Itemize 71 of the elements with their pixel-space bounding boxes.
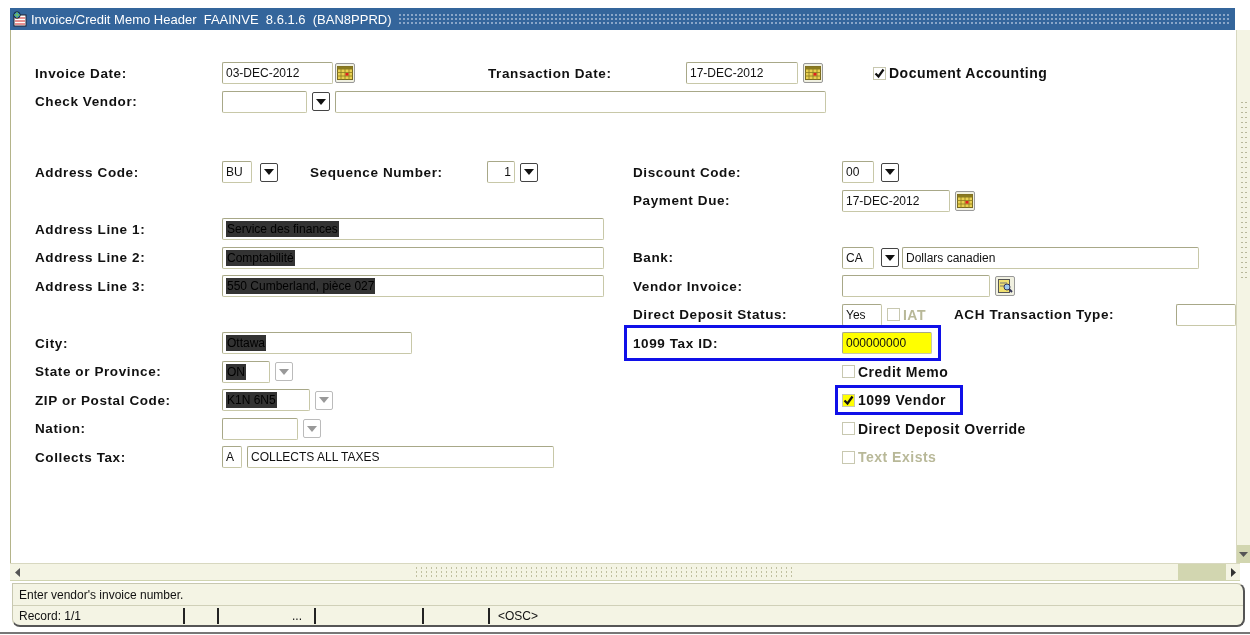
mode-indicator: <OSC> bbox=[498, 609, 539, 623]
check-icon bbox=[874, 67, 885, 79]
text-field[interactable] bbox=[842, 275, 990, 298]
left-arrow-icon[interactable] bbox=[14, 567, 20, 577]
text-field[interactable]: BU bbox=[222, 161, 252, 184]
caret-icon bbox=[316, 98, 326, 105]
text-field[interactable] bbox=[222, 417, 298, 440]
caret-icon bbox=[279, 368, 289, 375]
field-label: Check Vendor: bbox=[35, 94, 139, 110]
text-field[interactable]: 03-DEC-2012 bbox=[222, 62, 333, 85]
right-arrow-icon[interactable] bbox=[1230, 567, 1236, 577]
field-label: 1099 Tax ID: bbox=[633, 335, 719, 351]
caret-icon bbox=[264, 169, 274, 176]
caret-icon bbox=[524, 169, 534, 176]
field-label: Direct Deposit Status: bbox=[633, 307, 789, 323]
field-label: Vendor Invoice: bbox=[633, 278, 744, 294]
vertical-scrollbar[interactable] bbox=[1236, 30, 1250, 563]
checkbox[interactable]: Direct Deposit Override bbox=[842, 420, 1026, 437]
text-field[interactable]: Yes bbox=[842, 303, 882, 326]
dropdown-button[interactable] bbox=[881, 162, 899, 182]
horizontal-scrollbar[interactable] bbox=[10, 563, 1240, 581]
field-label: ACH Transaction Type: bbox=[954, 307, 1116, 323]
caret-icon bbox=[885, 169, 895, 176]
field-label: State or Province: bbox=[35, 364, 163, 380]
calendar-icon[interactable] bbox=[335, 63, 355, 84]
text-field[interactable]: COLLECTS ALL TAXES bbox=[247, 446, 554, 469]
field-label: Payment Due: bbox=[633, 193, 732, 209]
caret-icon bbox=[307, 425, 317, 432]
field-label: Nation: bbox=[35, 421, 87, 437]
status-indicator: ... bbox=[292, 609, 302, 623]
text-field[interactable]: CA bbox=[842, 246, 874, 269]
dropdown-button[interactable] bbox=[260, 162, 278, 182]
text-field[interactable]: 1 bbox=[487, 161, 515, 184]
field-label: Address Line 3: bbox=[35, 278, 147, 294]
text-field[interactable]: 17-DEC-2012 bbox=[842, 189, 950, 212]
checkbox[interactable]: 1099 Vendor bbox=[835, 385, 963, 416]
window-title: Invoice/Credit Memo Header FAAINVE 8.6.1.6 (BAN8PPRD) bbox=[30, 11, 393, 27]
field-label: Address Line 2: bbox=[35, 250, 147, 266]
caret-icon bbox=[885, 254, 895, 261]
field-label: Address Code: bbox=[35, 164, 140, 180]
field-label: Invoice Date: bbox=[35, 65, 128, 81]
scrollbar-thumb[interactable] bbox=[1178, 564, 1226, 580]
text-field[interactable]: 00 bbox=[842, 161, 874, 184]
check-icon bbox=[843, 394, 854, 406]
text-field[interactable] bbox=[222, 90, 307, 113]
text-field[interactable] bbox=[1176, 303, 1236, 326]
record-count: Record: 1/1 bbox=[19, 609, 82, 623]
text-field[interactable]: 17-DEC-2012 bbox=[686, 62, 798, 85]
checkbox[interactable]: Document Accounting bbox=[873, 65, 1048, 82]
calendar-icon[interactable] bbox=[803, 63, 823, 84]
text-field[interactable]: 000000000 bbox=[842, 332, 932, 354]
app-icon bbox=[12, 11, 28, 27]
status-message: Enter vendor's invoice number. bbox=[19, 587, 184, 602]
field-label: Sequence Number: bbox=[310, 164, 444, 180]
text-field[interactable] bbox=[335, 90, 826, 113]
field-label: Collects Tax: bbox=[35, 449, 127, 465]
text-field[interactable]: Dollars canadien bbox=[902, 246, 1199, 269]
field-label: Bank: bbox=[633, 250, 675, 266]
checkbox[interactable]: Credit Memo bbox=[842, 363, 949, 380]
field-label: Address Line 1: bbox=[35, 221, 147, 237]
dropdown-button[interactable] bbox=[881, 248, 899, 268]
text-field[interactable]: A bbox=[222, 446, 242, 469]
field-label: Discount Code: bbox=[633, 164, 743, 180]
field-label: Transaction Date: bbox=[488, 65, 613, 81]
field-label: City: bbox=[35, 335, 69, 351]
dropdown-button[interactable] bbox=[312, 92, 330, 112]
field-label: ZIP or Postal Code: bbox=[35, 392, 172, 408]
calendar-icon[interactable] bbox=[955, 190, 975, 211]
caret-icon bbox=[319, 397, 329, 404]
dropdown-button[interactable] bbox=[520, 162, 538, 182]
down-arrow-icon[interactable] bbox=[1239, 551, 1248, 557]
